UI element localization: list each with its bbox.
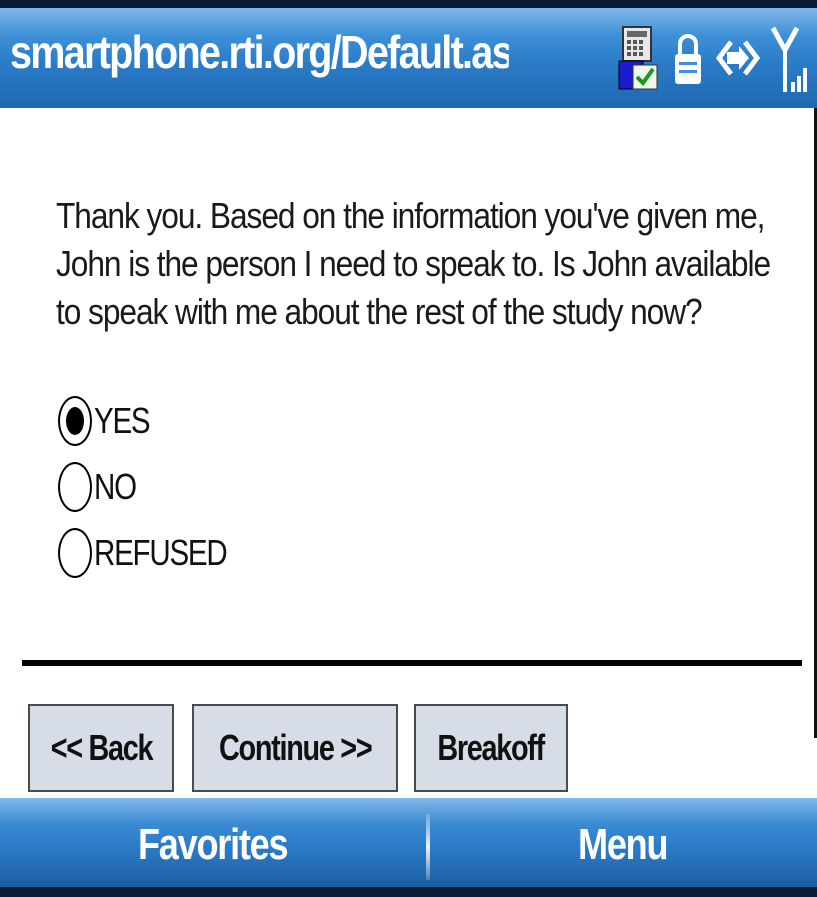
option-label-yes: YES	[94, 400, 151, 441]
breakoff-button[interactable]: Breakoff	[414, 704, 568, 792]
softkey-menu[interactable]: Menu	[578, 820, 669, 870]
radio-yes[interactable]	[58, 396, 92, 446]
softkey-bar: Favorites Menu	[0, 798, 817, 897]
title-bar: smartphone.rti.org/Default.aspx:	[0, 0, 817, 108]
breakoff-button-label: Breakoff	[437, 727, 546, 768]
option-label-refused: REFUSED	[94, 532, 228, 573]
answer-options: YES NO REFUSED	[58, 388, 256, 586]
option-refused[interactable]: REFUSED	[58, 520, 256, 586]
signal-strength-icon	[770, 20, 811, 101]
status-icons	[617, 22, 811, 98]
continue-button-label: Continue >>	[218, 727, 373, 768]
option-yes[interactable]: YES	[58, 388, 256, 454]
phone-screen: smartphone.rti.org/Default.aspx:	[0, 0, 817, 897]
option-label-no: NO	[94, 466, 137, 507]
lock-icon	[671, 28, 705, 93]
notification-icon[interactable]	[617, 25, 661, 96]
option-no[interactable]: NO	[58, 454, 256, 520]
softkey-favorites[interactable]: Favorites	[138, 820, 289, 870]
softkey-separator	[426, 814, 430, 880]
back-button-label: << Back	[50, 727, 153, 768]
back-button[interactable]: << Back	[28, 704, 174, 792]
data-connection-icon	[715, 28, 761, 93]
divider	[22, 660, 802, 666]
radio-no[interactable]	[58, 462, 92, 512]
continue-button[interactable]: Continue >>	[192, 704, 398, 792]
question-text: Thank you. Based on the information you'…	[56, 195, 771, 332]
page-url: smartphone.rti.org/Default.aspx:	[10, 26, 509, 78]
radio-refused[interactable]	[58, 528, 92, 578]
